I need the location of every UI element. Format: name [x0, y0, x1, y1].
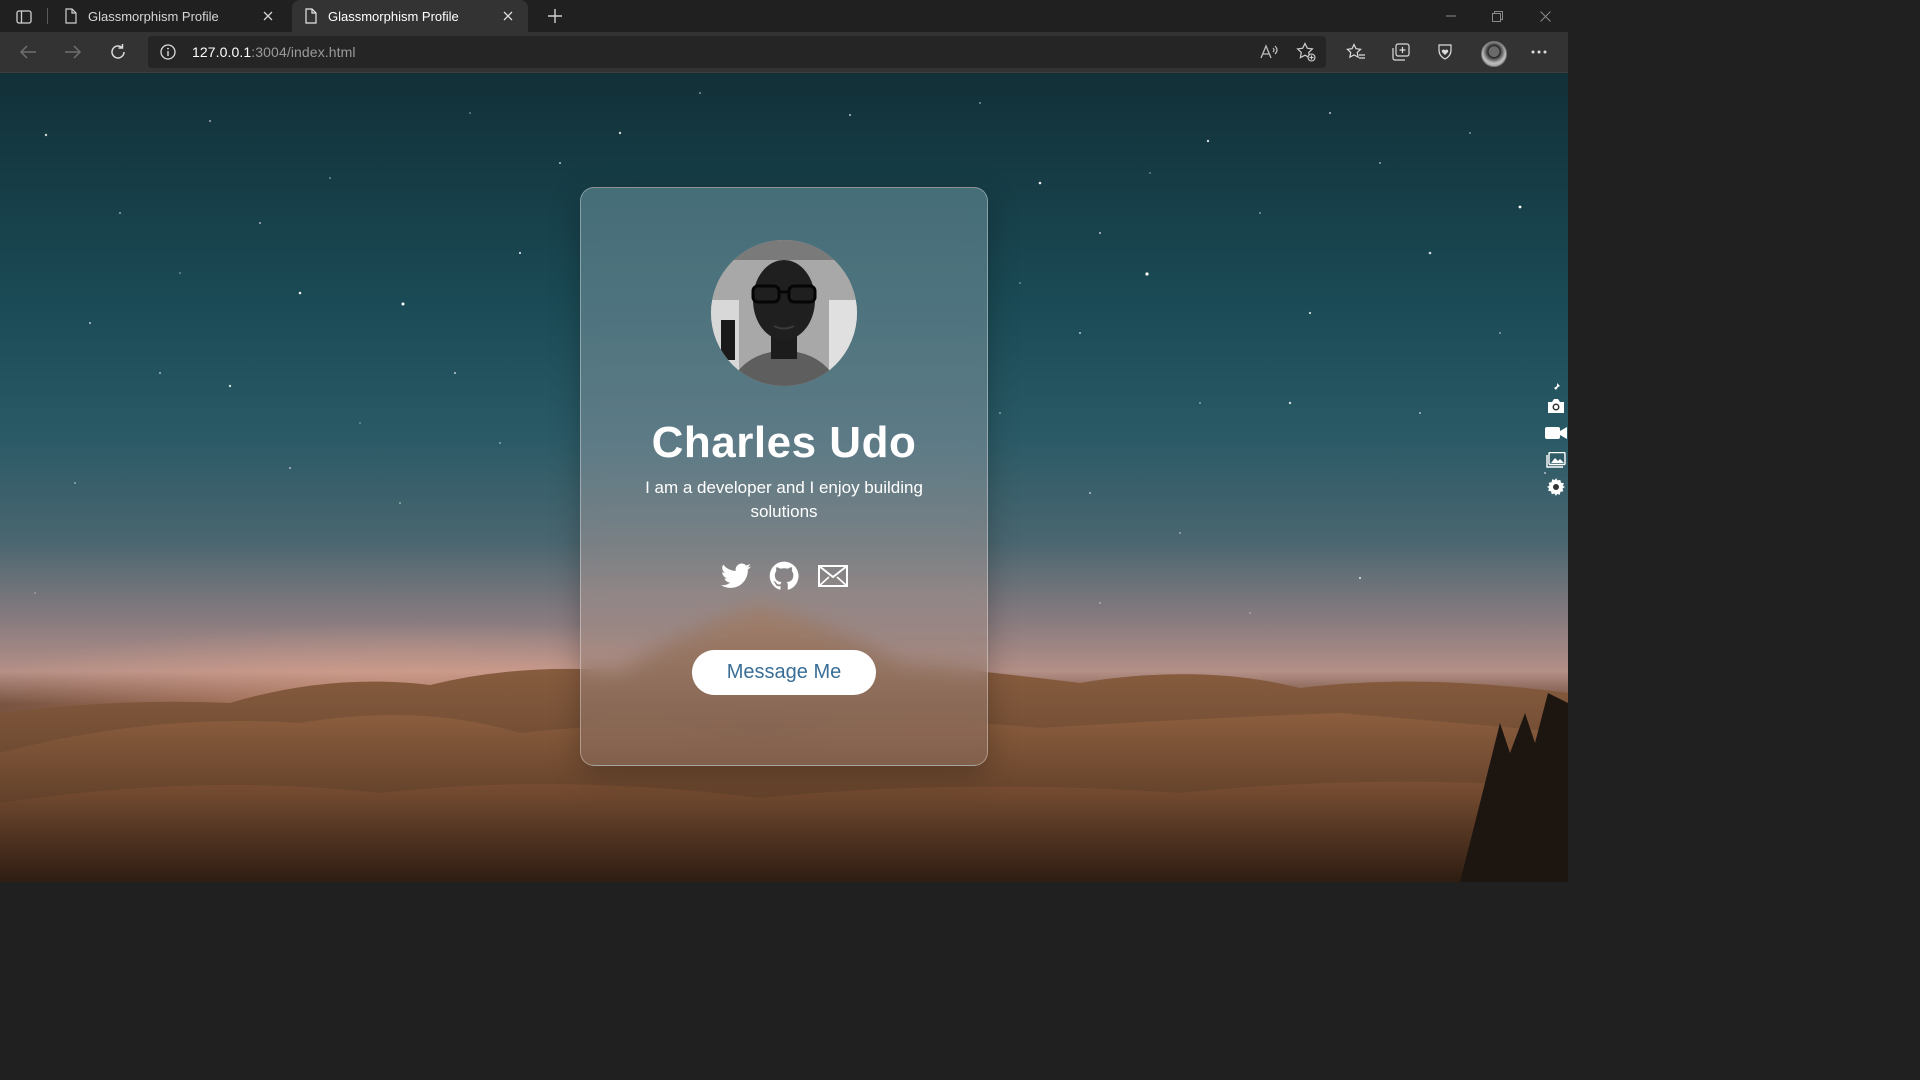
tab-separator [47, 8, 48, 24]
person-photo [711, 240, 857, 386]
address-bar[interactable]: 127.0.0.1:3004/index.html [148, 36, 1326, 68]
capture-settings-button[interactable] [1543, 476, 1568, 498]
arrow-right-icon [65, 45, 82, 59]
page-icon [65, 8, 77, 24]
email-link[interactable] [817, 560, 849, 592]
address-toolbar: 127.0.0.1:3004/index.html [0, 32, 1568, 73]
screenshot-button[interactable] [1543, 395, 1568, 417]
arrow-left-icon [19, 45, 36, 59]
gallery-button[interactable] [1543, 449, 1568, 471]
refresh-button[interactable] [103, 38, 133, 66]
restore-icon [1491, 10, 1503, 22]
tab-title: Glassmorphism Profile [328, 8, 459, 24]
tab-title: Glassmorphism Profile [88, 8, 219, 24]
url-text[interactable]: 127.0.0.1:3004/index.html [192, 44, 356, 60]
page-icon [305, 8, 317, 24]
tab-inactive[interactable]: Glassmorphism Profile [52, 0, 288, 32]
heart-shield-icon [1438, 44, 1452, 60]
close-icon [503, 11, 513, 21]
settings-icon [1546, 478, 1565, 496]
browser-essentials-button[interactable] [1432, 40, 1458, 64]
video-icon [1544, 427, 1567, 439]
profile-bio: I am a developer and I enjoy building so… [645, 478, 923, 521]
star-plus-icon [1296, 42, 1316, 62]
plus-icon [548, 9, 562, 23]
tab-active[interactable]: Glassmorphism Profile [292, 0, 528, 32]
back-button[interactable] [13, 38, 43, 66]
favorites-button[interactable] [1343, 40, 1369, 64]
close-icon [263, 11, 273, 21]
tab-close-button[interactable] [496, 4, 520, 28]
window-close-button[interactable] [1522, 0, 1568, 32]
mail-icon [818, 565, 848, 587]
more-icon [1531, 50, 1547, 54]
tab-actions-button[interactable] [10, 6, 38, 28]
minimize-icon [1446, 15, 1456, 17]
profile-avatar[interactable] [1481, 41, 1507, 67]
camera-icon [1547, 399, 1564, 413]
collections-icon [1392, 43, 1410, 61]
favorites-icon [1346, 43, 1365, 59]
collections-button[interactable] [1388, 40, 1414, 64]
minimize-button[interactable] [1428, 0, 1474, 32]
github-icon [769, 561, 799, 590]
twitter-icon [721, 563, 751, 588]
tab-actions-icon [16, 10, 32, 24]
forward-button[interactable] [58, 38, 88, 66]
pin-button[interactable] [1543, 381, 1568, 393]
restore-button[interactable] [1474, 0, 1520, 32]
url-path: :3004/index.html [251, 44, 356, 60]
settings-menu-button[interactable] [1526, 40, 1552, 64]
tab-close-button[interactable] [256, 4, 280, 28]
record-video-button[interactable] [1543, 422, 1568, 444]
pin-icon [1551, 383, 1560, 392]
close-icon [1539, 10, 1551, 22]
profile-name: Charles Udo [651, 418, 917, 467]
profile-card: Charles Udo I am a developer and I enjoy… [580, 187, 988, 766]
refresh-icon [111, 44, 125, 59]
info-icon[interactable] [160, 44, 176, 60]
read-aloud-button[interactable] [1258, 42, 1282, 62]
page-viewport: Charles Udo I am a developer and I enjoy… [0, 73, 1568, 882]
tab-bar: Glassmorphism Profile Glassmorphism Prof… [0, 0, 1568, 32]
new-tab-button[interactable] [542, 4, 568, 28]
url-host: 127.0.0.1 [192, 44, 252, 60]
add-favorite-button[interactable] [1294, 42, 1318, 62]
github-link[interactable] [768, 560, 800, 592]
gallery-icon [1545, 452, 1566, 468]
read-aloud-icon [1260, 44, 1278, 59]
twitter-link[interactable] [720, 560, 752, 592]
message-me-button[interactable]: Message Me [692, 650, 876, 695]
profile-photo [711, 240, 857, 386]
